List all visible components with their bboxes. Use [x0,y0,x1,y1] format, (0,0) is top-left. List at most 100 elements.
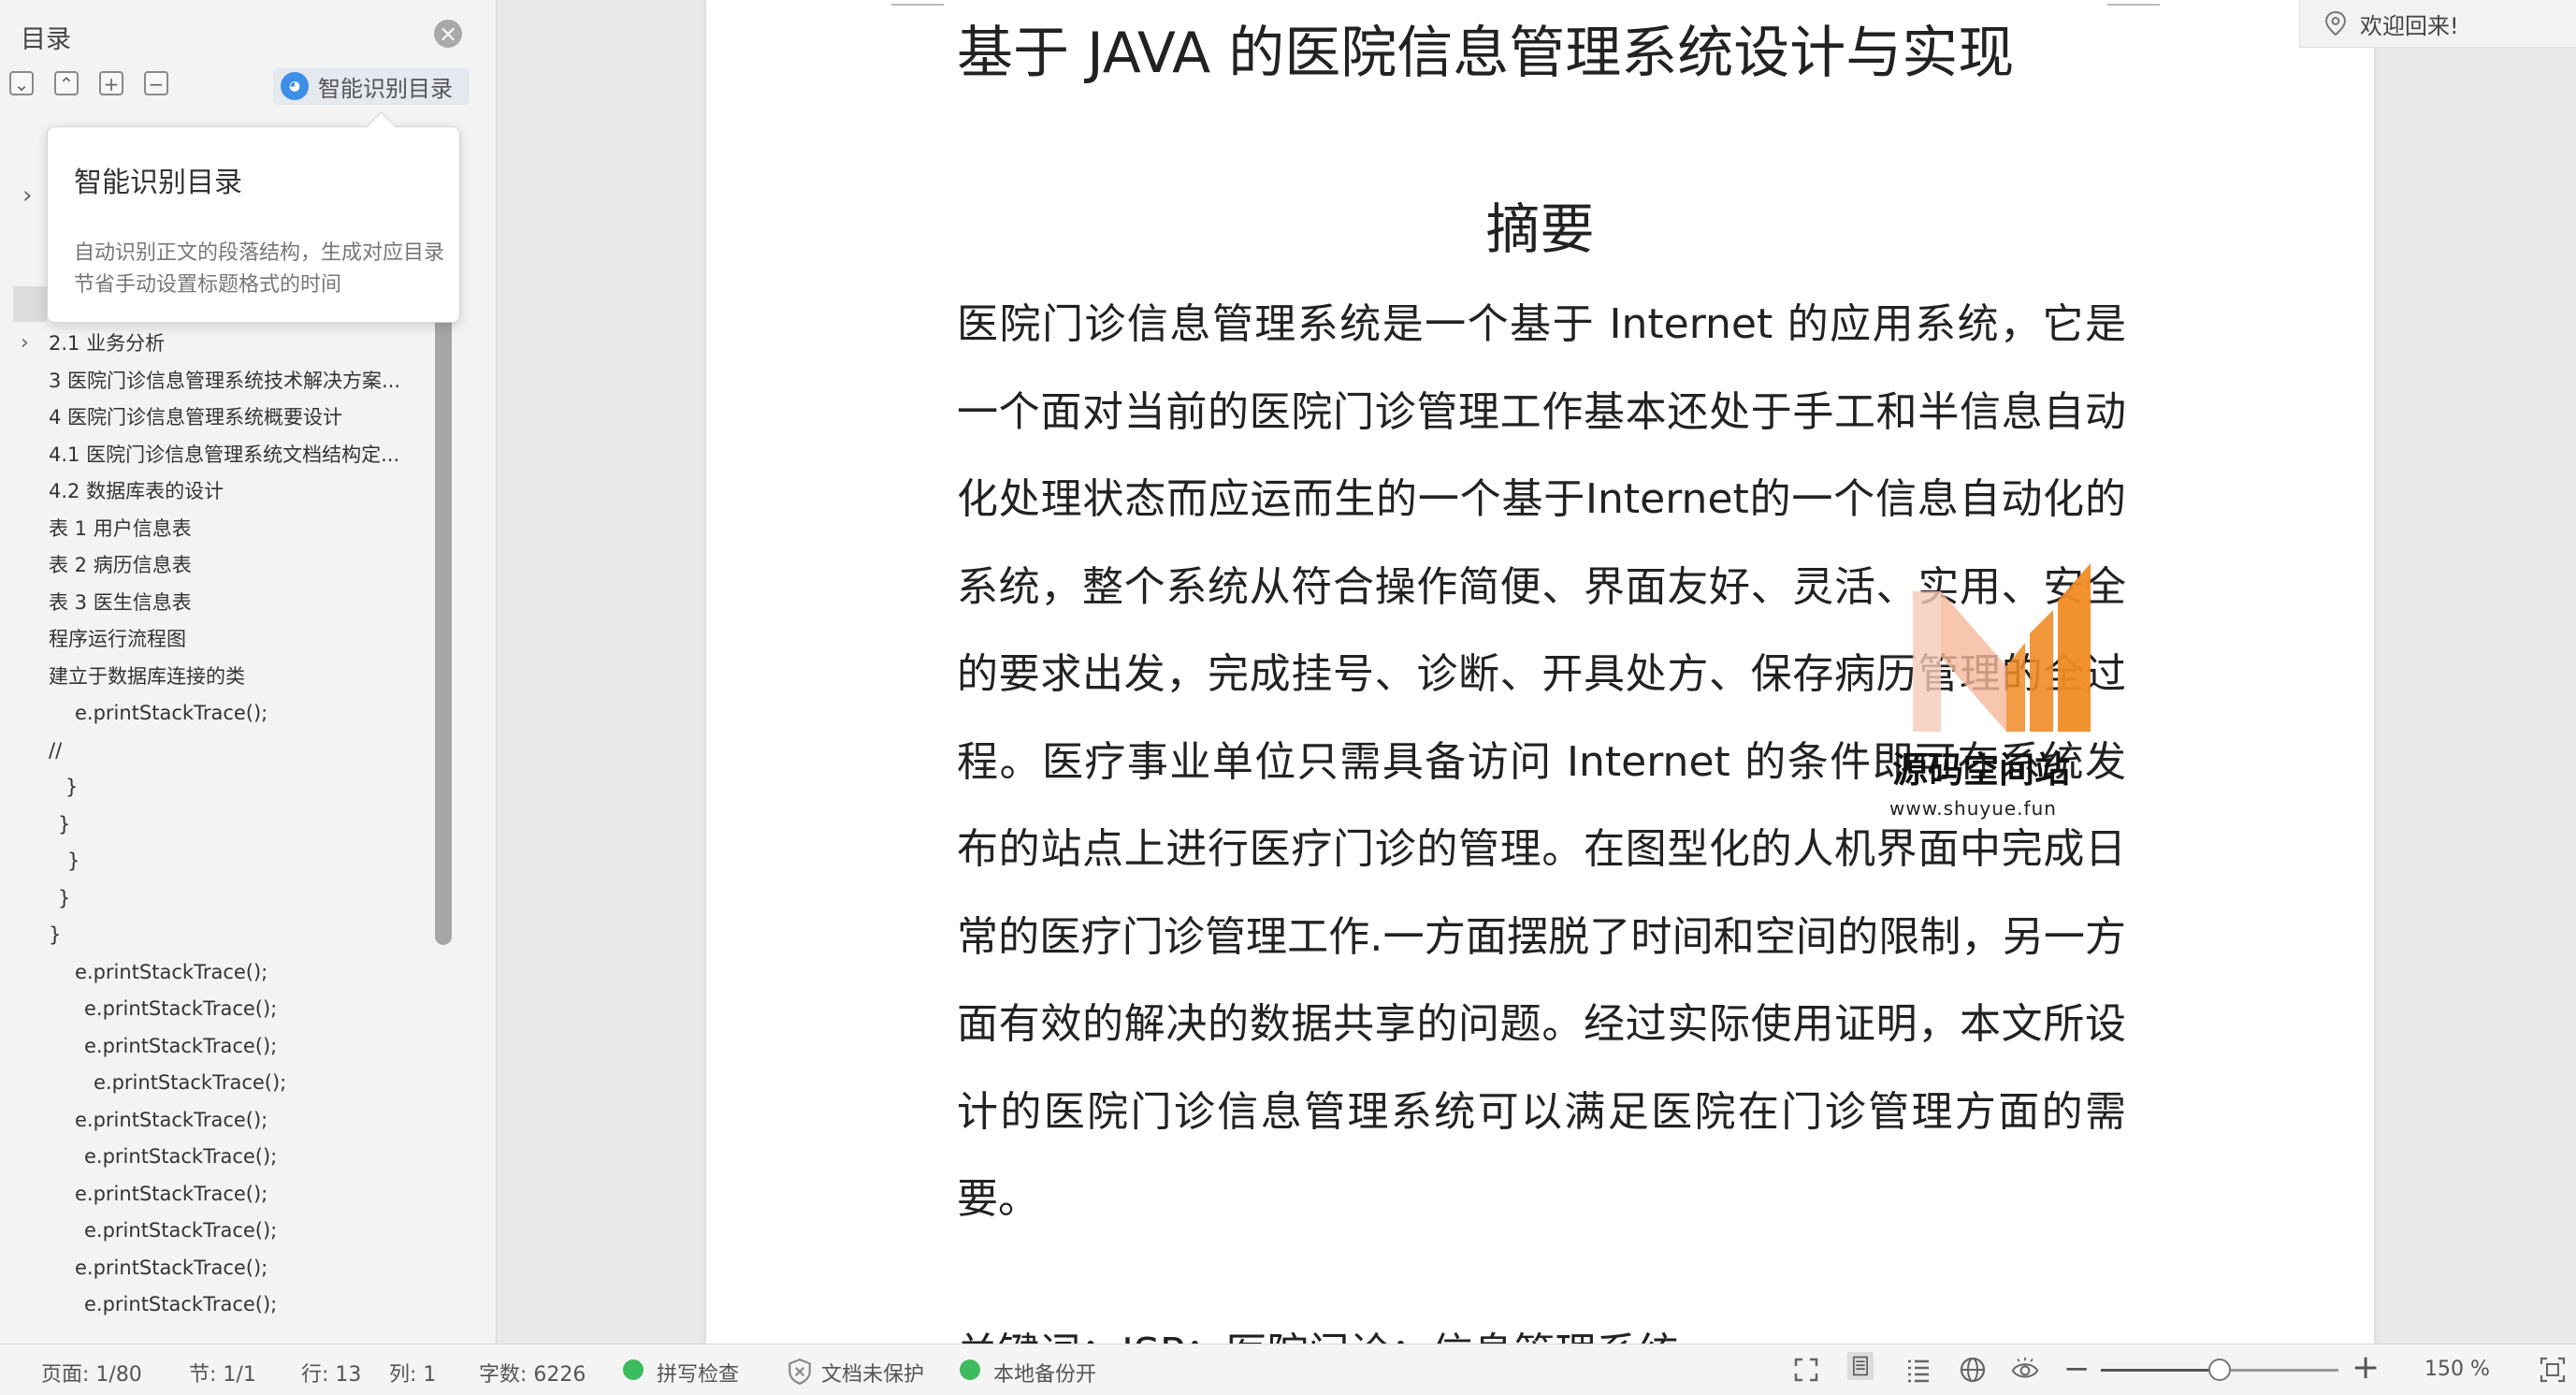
toc-item[interactable]: e.printStackTrace(); [0,1102,421,1138]
toc-item-label: } [58,812,71,836]
zoom-out-icon[interactable]: − [2063,1350,2091,1388]
welcome-banner[interactable]: 欢迎回来! [2299,0,2576,48]
smart-toc-button[interactable]: ◕ 智能识别目录 [273,67,470,105]
page-view-icon[interactable] [1846,1352,1874,1380]
document-area[interactable]: 基于 JAVA 的医院信息管理系统设计与实现 摘要 医院门诊信息管理系统是一个基… [497,0,2576,1344]
toc-item-label: 4.2 数据库表的设计 [49,480,224,502]
toc-item-label: e.printStackTrace(); [84,997,278,1020]
toc-item-label: e.printStackTrace(); [84,1145,278,1168]
toc-item[interactable]: 4.1 医院门诊信息管理系统文档结构定... [0,437,421,472]
selected-row-highlight [13,286,47,322]
toc-item[interactable]: 4.2 数据库表的设计 [0,473,421,509]
backup-status[interactable]: 本地备份开 [993,1358,1096,1388]
fullscreen-icon[interactable] [1792,1356,1820,1384]
toc-item-label: 2.1 业务分析 [49,332,166,355]
toc-item[interactable]: e.printStackTrace(); [0,695,421,731]
toc-sidebar: 目录 × ⌄ ⌃ + − ◕ 智能识别目录 智能识别目录 自动识别正文的段落结构… [0,0,497,1344]
toc-item-label: e.printStackTrace(); [75,702,268,724]
location-pin-icon [2324,10,2347,36]
expand-level-icon[interactable]: + [99,71,123,95]
toc-item-label: 表 3 医生信息表 [49,590,192,614]
toc-item-label: e.printStackTrace(); [84,1034,278,1057]
collapse-all-icon[interactable]: ⌃ [54,71,79,95]
zoom-slider-fill [2101,1369,2220,1372]
toc-item-label: e.printStackTrace(); [84,1293,278,1315]
toc-item[interactable]: 表 1 用户信息表 [0,511,421,546]
toc-item[interactable]: e.printStackTrace(); [0,1139,421,1174]
tooltip-description: 自动识别正文的段落结构，生成对应目录节省手动设置标题格式的时间 [74,241,445,297]
toc-item[interactable]: e.printStackTrace(); [0,954,421,990]
toc-item[interactable]: e.printStackTrace(); [0,1213,421,1248]
zoom-in-icon[interactable]: + [2352,1348,2380,1387]
toc-item-label: 表 2 病历信息表 [49,554,192,576]
toc-item[interactable]: 表 2 病历信息表 [0,547,421,583]
toc-item[interactable]: 表 3 医生信息表 [0,585,421,620]
status-bar: 页面: 1/80 节: 1/1 行: 13 列: 1 字数: 6226 拼写检查… [0,1344,2576,1395]
toc-item-label: 表 1 用户信息表 [49,516,192,540]
toc-item[interactable]: } [0,880,421,916]
watermark-logo: 源码空间站 www.shuyue.fun [1875,554,2119,835]
outline-view-icon[interactable] [1904,1356,1932,1384]
page-corner-mark [2107,0,2160,6]
web-view-icon[interactable] [1959,1356,1987,1384]
toc-item-label: e.printStackTrace(); [84,1219,278,1242]
toc-item[interactable]: } [0,769,421,805]
toc-item[interactable]: e.printStackTrace(); [0,1250,421,1286]
close-icon[interactable]: × [434,20,462,48]
column-indicator: 列: 1 [389,1363,437,1387]
toc-item[interactable]: 程序运行流程图 [0,621,421,657]
toc-item-label: e.printStackTrace(); [75,960,268,983]
watermark-name: 源码空间站 [1892,749,2071,791]
page-indicator[interactable]: 页面: 1/80 [41,1358,142,1388]
document-page[interactable]: 基于 JAVA 的医院信息管理系统设计与实现 摘要 医院门诊信息管理系统是一个基… [706,0,2374,1344]
toc-item-label: 4.1 医院门诊信息管理系统文档结构定... [49,443,400,466]
smart-toc-tooltip: 智能识别目录 自动识别正文的段落结构，生成对应目录节省手动设置标题格式的时间 [47,111,460,323]
tooltip-title: 智能识别目录 [74,167,242,199]
collapse-level-icon[interactable]: − [144,71,168,95]
toc-item[interactable]: } [0,843,421,879]
document-title: 基于 JAVA 的医院信息管理系统设计与实现 [957,21,2015,86]
toc-item[interactable]: 3 医院门诊信息管理系统技术解决方案... [0,363,421,399]
toc-item[interactable]: e.printStackTrace(); [0,1286,421,1322]
row-indicator: 行: 13 [301,1363,362,1387]
toc-scrollbar-thumb[interactable] [435,309,452,945]
toc-item[interactable]: 4 医院门诊信息管理系统概要设计 [0,400,421,435]
chevron-right-icon[interactable]: › [22,182,32,210]
toc-item[interactable]: e.printStackTrace(); [0,991,421,1026]
toc-item-label: } [65,776,79,798]
zoom-level[interactable]: 150 % [2424,1358,2490,1381]
toc-item[interactable]: e.printStackTrace(); [0,1176,421,1212]
eye-protection-icon[interactable] [2011,1356,2039,1384]
protection-status[interactable]: 文档未保护 [821,1358,924,1388]
toc-item-label: 4 医院门诊信息管理系统概要设计 [49,406,343,429]
toc-item-label: 程序运行流程图 [49,628,186,650]
word-count[interactable]: 字数: 6226 [479,1358,586,1388]
toc-item-label: 建立于数据库连接的类 [49,664,245,688]
smart-recognition-icon: ◕ [281,72,309,100]
toc-item[interactable]: 建立于数据库连接的类 [0,659,421,694]
toc-item[interactable]: } [0,917,421,952]
toc-item[interactable]: } [0,806,421,842]
toc-item-label: e.printStackTrace(); [94,1071,287,1094]
welcome-text: 欢迎回来! [2360,12,2459,39]
section-indicator: 节: 1/1 [189,1363,256,1387]
toc-item-label: e.printStackTrace(); [75,1108,268,1131]
shield-icon [789,1358,811,1386]
keywords-line: 关键词：JSP；医院门诊；信息管理系统 [957,1319,1678,1344]
spellcheck-button[interactable]: 拼写检查 [657,1358,739,1388]
toc-item[interactable]: e.printStackTrace(); [0,1028,421,1064]
backup-icon [960,1359,980,1380]
toc-toolbar: ⌄ ⌃ + − ◕ 智能识别目录 [0,67,496,105]
chevron-right-icon[interactable]: › [21,326,29,361]
fit-page-icon[interactable] [2539,1356,2567,1384]
toc-item[interactable]: › 2.1 业务分析 [0,326,421,361]
toc-item[interactable]: e.printStackTrace(); [0,1065,421,1100]
toc-item-label: 3 医院门诊信息管理系统技术解决方案... [49,369,401,392]
toc-item-label: } [67,850,80,872]
expand-all-icon[interactable]: ⌄ [9,71,34,95]
toc-item[interactable]: // [0,733,421,768]
watermark-logo-icon [1913,563,2091,732]
zoom-slider-thumb[interactable] [2208,1359,2231,1381]
tooltip-arrow [366,111,397,142]
toc-title: 目录 [21,25,71,54]
